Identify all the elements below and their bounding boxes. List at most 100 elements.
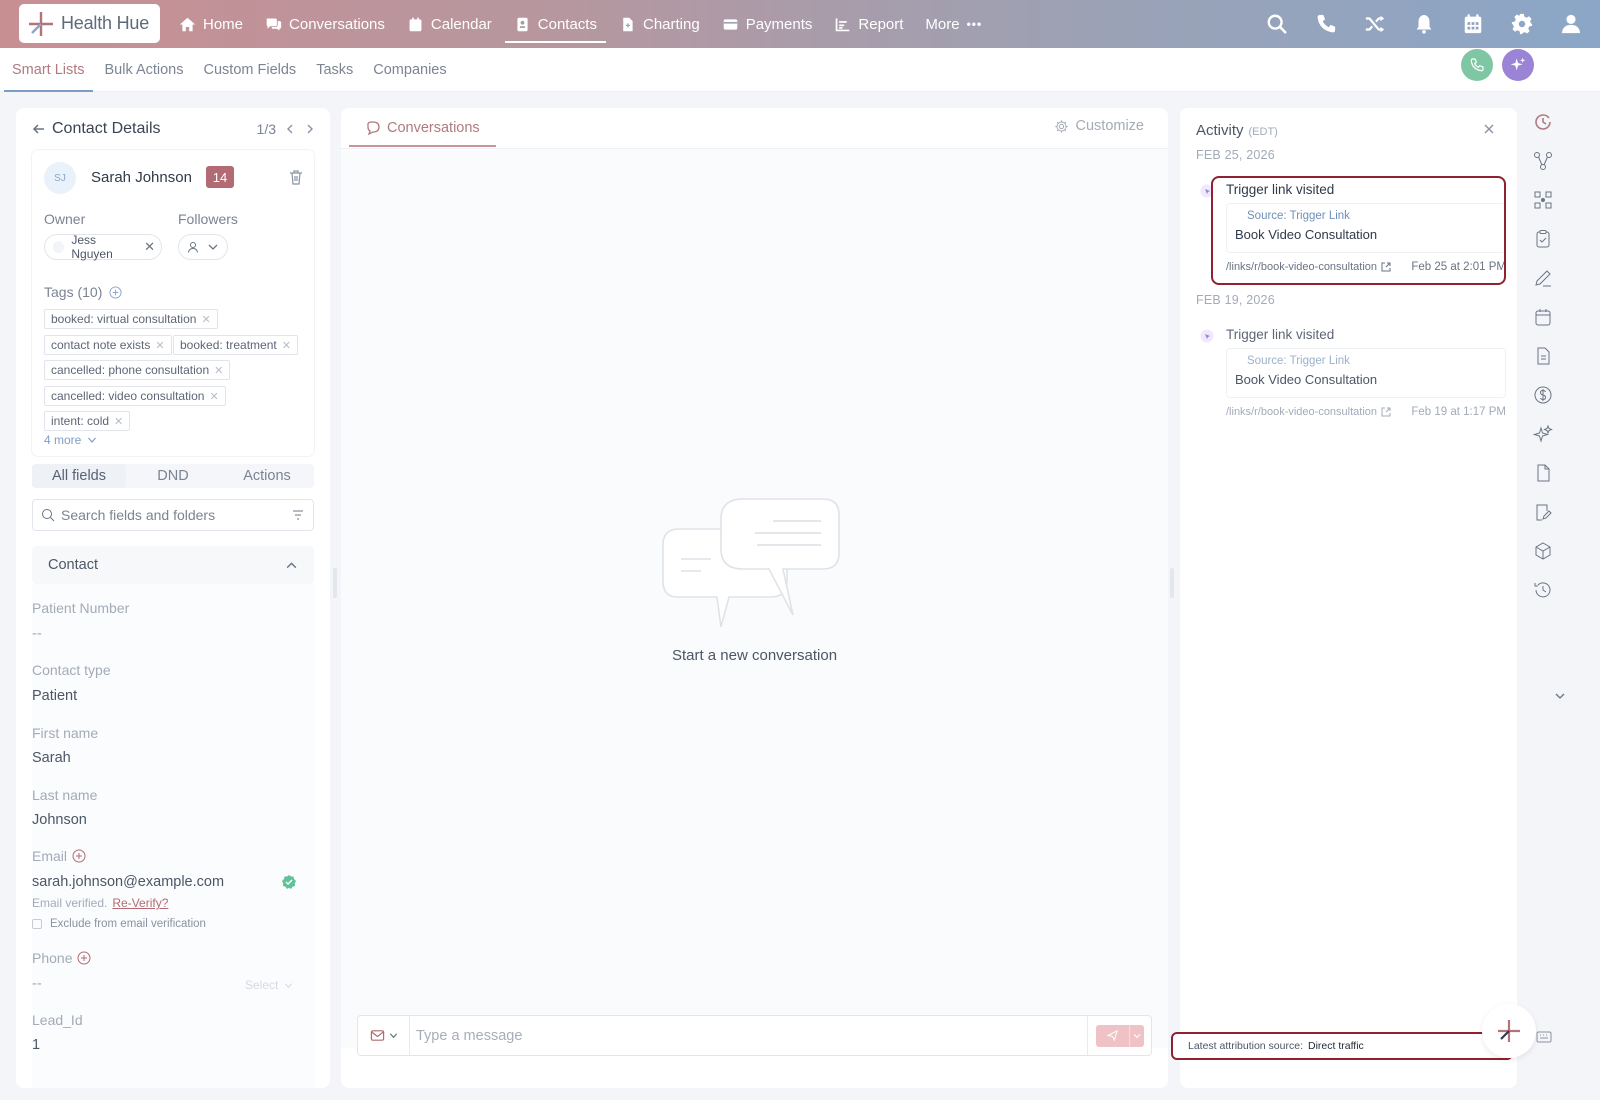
app-logo[interactable]: Health Hue <box>19 4 160 43</box>
box-icon[interactable] <box>1533 541 1553 561</box>
user-icon[interactable] <box>1560 13 1582 35</box>
nav-contacts[interactable]: Contacts <box>503 0 608 48</box>
contact-section-header[interactable]: Contact <box>32 546 314 584</box>
panel-resize-handle[interactable] <box>1170 568 1174 598</box>
nav-more-label: More <box>925 15 960 33</box>
close-icon[interactable]: ✕ <box>282 339 291 352</box>
lead-id-field[interactable]: 1 <box>32 1037 40 1053</box>
ai-assistant-button[interactable] <box>1502 49 1534 81</box>
message-input[interactable] <box>410 1017 1087 1054</box>
customize-button[interactable]: Customize <box>1054 118 1144 134</box>
calendar-grid-icon[interactable] <box>1462 13 1484 35</box>
trash-icon[interactable] <box>288 169 304 185</box>
contact-name[interactable]: Sarah Johnson <box>91 169 192 186</box>
owner-avatar <box>53 241 65 253</box>
clipboard-check-icon[interactable] <box>1533 229 1553 249</box>
external-link-icon[interactable] <box>1381 407 1391 417</box>
tab-conversations[interactable]: Conversations <box>349 108 496 147</box>
channel-select[interactable] <box>358 1016 410 1055</box>
chevron-left-icon[interactable] <box>284 123 296 135</box>
tag-chip[interactable]: booked: treatment ✕ <box>173 335 298 355</box>
tab-dnd[interactable]: DND <box>126 464 220 488</box>
tab-bulk-actions[interactable]: Bulk Actions <box>97 48 192 92</box>
tag-chip[interactable]: intent: cold ✕ <box>44 411 131 431</box>
verified-check-icon <box>282 875 296 889</box>
chevron-right-icon[interactable] <box>304 123 316 135</box>
bell-icon[interactable] <box>1413 13 1435 35</box>
workflow-icon[interactable] <box>1533 151 1553 171</box>
add-phone-icon[interactable] <box>77 951 91 965</box>
tab-tasks[interactable]: Tasks <box>308 48 361 92</box>
tag-chip[interactable]: cancelled: video consultation ✕ <box>44 386 226 406</box>
send-button[interactable] <box>1095 1024 1144 1047</box>
phone-icon[interactable] <box>1315 13 1337 35</box>
more-tags-toggle[interactable]: 4 more <box>44 433 97 447</box>
reverify-link[interactable]: Re-Verify? <box>112 896 168 910</box>
nav-more[interactable]: More ••• <box>914 0 993 48</box>
search-fields-input[interactable] <box>61 507 285 523</box>
close-icon[interactable]: ✕ <box>114 415 123 428</box>
close-icon[interactable]: ✕ <box>144 239 155 255</box>
followers-select[interactable] <box>178 234 228 260</box>
patient-number-value[interactable]: -- <box>32 626 42 642</box>
call-button[interactable] <box>1461 49 1493 81</box>
sparkle-icon[interactable] <box>1533 424 1553 444</box>
history-icon[interactable] <box>1533 580 1553 600</box>
close-icon[interactable]: ✕ <box>209 390 218 403</box>
nav-report[interactable]: Report <box>823 0 914 48</box>
close-icon[interactable]: ✕ <box>155 339 164 352</box>
activity-link-path[interactable]: /links/r/book-video-consultation <box>1226 406 1377 418</box>
nav-conversations[interactable]: Conversations <box>254 0 396 48</box>
tab-smart-lists[interactable]: Smart Lists <box>4 48 93 92</box>
nav-home-label: Home <box>203 15 244 33</box>
owner-select[interactable]: Jess Nguyen ✕ <box>44 233 162 261</box>
close-icon[interactable]: ✕ <box>214 364 223 377</box>
close-icon[interactable] <box>1483 123 1495 135</box>
add-email-icon[interactable] <box>72 849 86 863</box>
contact-type-select[interactable]: Patient <box>32 688 77 704</box>
edit-document-icon[interactable] <box>1533 502 1553 522</box>
gear-icon[interactable] <box>1511 13 1533 35</box>
exclude-verification[interactable]: Exclude from email verification <box>32 918 206 930</box>
nav-home[interactable]: Home <box>168 0 254 48</box>
top-nav-bar: Health Hue Home Conversations Calendar C… <box>0 0 1600 48</box>
tab-all-fields[interactable]: All fields <box>32 464 126 488</box>
tab-custom-fields[interactable]: Custom Fields <box>196 48 305 92</box>
document-icon[interactable] <box>1533 346 1553 366</box>
help-launcher-button[interactable] <box>1482 1004 1536 1058</box>
empty-conversation-illustration <box>662 498 840 628</box>
tab-actions[interactable]: Actions <box>220 464 314 488</box>
tag-chip[interactable]: cancelled: phone consultation ✕ <box>44 360 231 380</box>
activity-item[interactable]: Trigger link visited Source: Trigger Lin… <box>1226 327 1506 418</box>
user-icon <box>188 242 198 253</box>
close-icon[interactable]: ✕ <box>201 313 210 326</box>
tag-chip[interactable]: contact note exists ✕ <box>44 335 172 355</box>
phone-field[interactable]: -- <box>32 976 42 992</box>
search-icon[interactable] <box>1266 13 1288 35</box>
first-name-field[interactable]: Sarah <box>32 750 71 766</box>
phone-type-select[interactable]: Select <box>245 978 293 992</box>
clock-icon[interactable] <box>1533 112 1553 132</box>
calendar-icon[interactable] <box>1533 307 1553 327</box>
exclude-checkbox[interactable] <box>32 919 42 929</box>
top-right-icons <box>1266 0 1582 48</box>
file-icon[interactable] <box>1533 463 1553 483</box>
tab-companies[interactable]: Companies <box>365 48 454 92</box>
nav-charting[interactable]: Charting <box>608 0 711 48</box>
tag-chip[interactable]: booked: virtual consultation ✕ <box>44 309 218 329</box>
send-options[interactable] <box>1128 1024 1144 1047</box>
nav-payments[interactable]: Payments <box>711 0 824 48</box>
last-name-field[interactable]: Johnson <box>32 812 87 828</box>
email-field[interactable]: sarah.johnson@example.com <box>32 874 224 890</box>
dollar-icon[interactable] <box>1533 385 1553 405</box>
phone-type-label: Select <box>245 978 279 992</box>
back-arrow-icon[interactable] <box>32 122 46 136</box>
filter-icon[interactable] <box>291 508 305 522</box>
add-tag-icon[interactable] <box>109 285 122 299</box>
shuffle-icon[interactable] <box>1364 13 1386 35</box>
nav-calendar[interactable]: Calendar <box>396 0 503 48</box>
pen-icon[interactable] <box>1533 268 1553 288</box>
keyboard-icon[interactable] <box>1536 1030 1552 1044</box>
panel-resize-handle[interactable] <box>333 568 337 598</box>
automation-icon[interactable] <box>1533 190 1553 210</box>
